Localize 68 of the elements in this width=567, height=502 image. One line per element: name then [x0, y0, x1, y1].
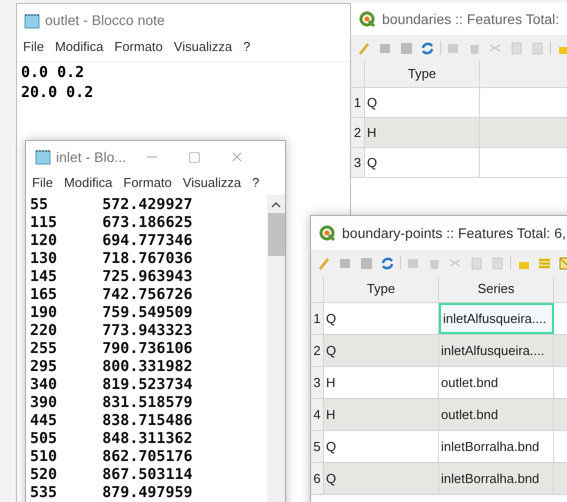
menu-item[interactable]: ? — [252, 173, 260, 192]
table-cell: inletBorralha.bnd — [439, 463, 554, 494]
menu-item[interactable]: Formato — [114, 37, 163, 56]
refresh-icon[interactable] — [379, 254, 396, 272]
scroll-up-icon[interactable] — [271, 200, 281, 208]
refresh-icon[interactable] — [419, 40, 436, 56]
qgis-logo-icon — [359, 10, 376, 28]
menu-item[interactable]: Modifica — [54, 37, 104, 56]
table-cell: H — [365, 118, 480, 147]
text-line: 520 867.503114 — [30, 464, 193, 482]
text-line: 130 718.767036 — [30, 248, 193, 266]
text-line: 190 759.549509 — [30, 302, 193, 320]
text-line: 0.0 0.2 — [21, 62, 84, 82]
menu-item[interactable]: File — [32, 173, 53, 192]
menu-item[interactable]: File — [23, 37, 44, 56]
window-title: boundary-points :: Features Total: 6, — [342, 224, 566, 243]
menu-item[interactable]: Visualizza — [174, 37, 232, 56]
table-cell: inletBorralha.bnd — [439, 431, 554, 462]
menu-item[interactable]: Formato — [123, 173, 172, 192]
row-number[interactable]: 5 — [311, 431, 324, 462]
window-title: boundaries :: Features Total: — [382, 10, 560, 28]
text-line: 295 800.331982 — [30, 356, 193, 374]
maximize-icon[interactable] — [188, 150, 202, 164]
row-number[interactable]: 4 — [311, 399, 324, 430]
text-line: 20.0 0.2 — [21, 82, 94, 102]
row-number[interactable]: 1 — [311, 303, 324, 334]
scrollbar-thumb[interactable] — [268, 212, 284, 256]
menu-item[interactable]: Modifica — [64, 173, 112, 192]
table-cell: Q — [324, 431, 439, 462]
text-line: 445 838.715486 — [30, 410, 193, 428]
text-line: 120 694.777346 — [30, 230, 193, 248]
text-line: 55 572.429927 — [30, 194, 193, 212]
text-line: 510 862.705176 — [30, 446, 193, 464]
scrollbar[interactable] — [267, 194, 285, 502]
column-header[interactable]: Series — [439, 276, 554, 302]
row-number[interactable]: 2 — [311, 335, 324, 366]
window-title: outlet - Blocco note — [45, 11, 165, 30]
text-line: 340 819.523734 — [30, 374, 193, 392]
text-line: 535 879.497959 — [30, 482, 193, 500]
text-line: 220 773.943323 — [30, 320, 193, 338]
text-line: 255 790.736106 — [30, 338, 193, 356]
row-number[interactable]: 3 — [351, 148, 365, 177]
row-number[interactable]: 3 — [311, 367, 324, 398]
menu-item[interactable]: Visualizza — [182, 173, 242, 192]
text-line: 505 848.311362 — [30, 428, 193, 446]
table-cell: Q — [365, 88, 480, 117]
table-cell: outlet.bnd — [439, 399, 554, 430]
text-line: 115 673.186625 — [30, 212, 193, 230]
qgis-logo-icon — [319, 224, 336, 242]
table-cell: Q — [324, 463, 439, 494]
notepad-icon — [34, 149, 52, 165]
table-cell: outlet.bnd — [439, 367, 554, 398]
table-cell: inletAlfusqueira.... — [439, 303, 554, 334]
row-number[interactable]: 2 — [351, 118, 365, 147]
table-cell: H — [324, 399, 439, 430]
table-cell: Q — [324, 335, 439, 366]
window-title: inlet - Blo... — [56, 148, 126, 166]
table-cell: H — [324, 367, 439, 398]
row-number[interactable]: 6 — [311, 463, 324, 494]
menu-item[interactable]: ? — [243, 37, 250, 56]
column-header[interactable]: Type — [324, 276, 439, 302]
text-line: 165 742.756726 — [30, 284, 193, 302]
notepad-icon — [23, 12, 41, 28]
table-cell: inletAlfusqueira.... — [439, 335, 554, 366]
table-cell: Q — [365, 148, 480, 177]
text-line: 145 725.963943 — [30, 266, 193, 284]
row-number[interactable]: 1 — [351, 88, 365, 117]
text-line: 390 831.518579 — [30, 392, 193, 410]
